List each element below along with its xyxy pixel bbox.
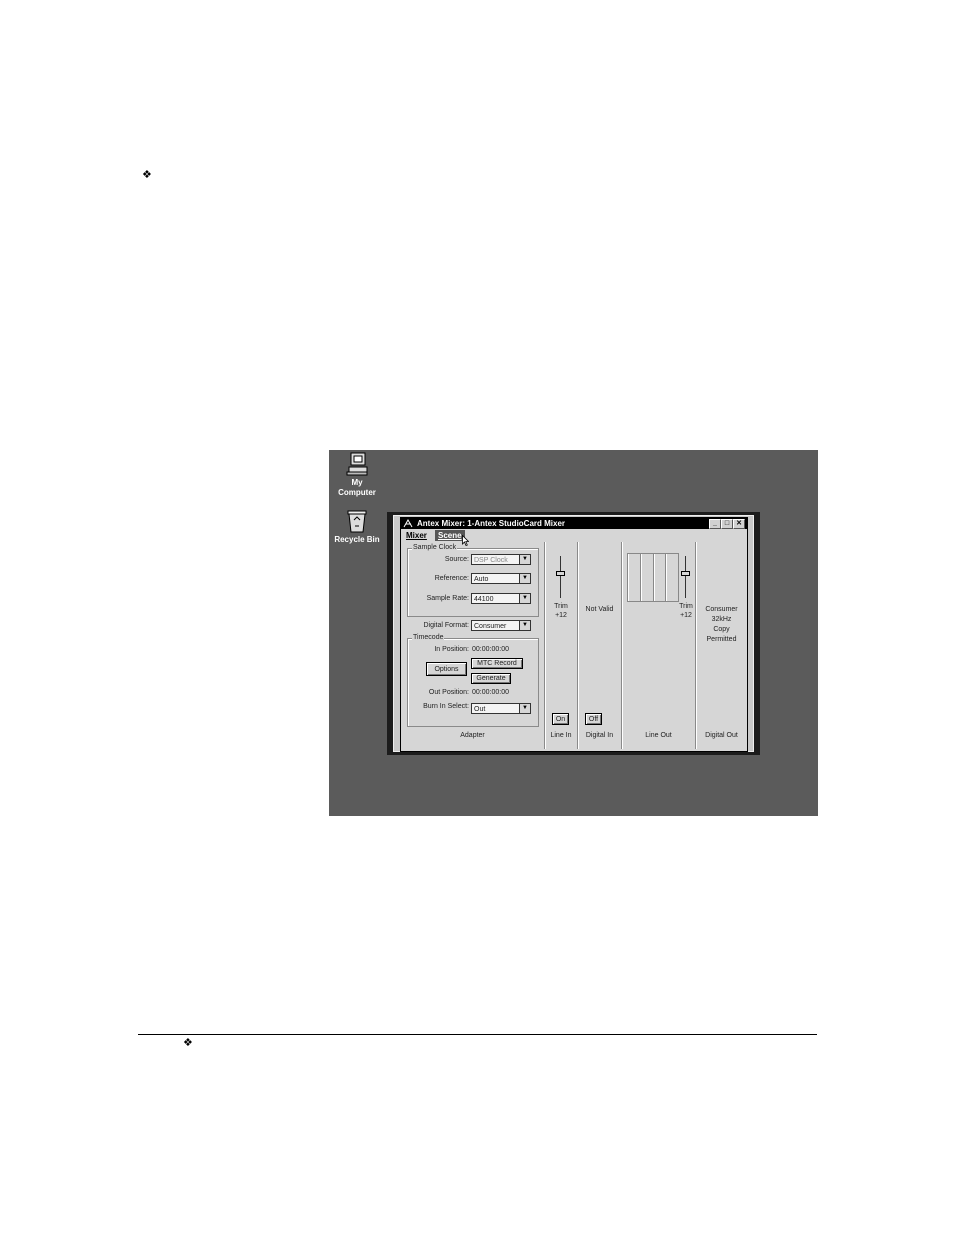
digital-in-off-button[interactable]: Off	[585, 713, 602, 725]
menu-scene[interactable]: Scene	[435, 530, 465, 541]
level-meter	[652, 553, 666, 602]
computer-icon	[346, 452, 368, 476]
line-out-trim-slider-thumb[interactable]	[681, 571, 690, 576]
menu-mixer[interactable]: Mixer	[403, 530, 430, 541]
line-in-trim-slider-thumb[interactable]	[556, 571, 565, 576]
sample-rate-label: Sample Rate:	[426, 595, 469, 602]
digital-in-status: Not Valid	[585, 606, 614, 613]
options-button[interactable]: Options	[426, 662, 467, 676]
app-icon	[403, 519, 413, 528]
source-label: Source:	[444, 556, 469, 563]
chevron-down-icon[interactable]: ▼	[519, 555, 530, 564]
close-button[interactable]: ✕	[733, 519, 745, 529]
level-meter	[639, 553, 653, 602]
level-meter	[627, 553, 640, 602]
sample-rate-value: 44100	[474, 596, 494, 603]
source-value: DSP Clock	[474, 557, 508, 564]
level-meter	[665, 553, 679, 602]
window-frame: Antex Mixer: 1-Antex StudioCard Mixer _ …	[387, 512, 760, 755]
sample-clock-group-label: Sample Clock	[412, 544, 458, 552]
sample-rate-dropdown[interactable]: 44100 ▼	[471, 593, 531, 604]
window-title: Antex Mixer: 1-Antex StudioCard Mixer	[417, 519, 566, 528]
title-bar[interactable]: Antex Mixer: 1-Antex StudioCard Mixer _ …	[401, 518, 747, 529]
chevron-down-icon[interactable]: ▼	[519, 594, 530, 603]
digital-out-status-line: Consumer	[705, 606, 738, 613]
digital-out-column-label: Digital Out	[705, 732, 738, 739]
chevron-down-icon[interactable]: ▼	[519, 621, 530, 630]
burn-in-select-value: Out	[474, 706, 486, 713]
line-out-trim-slider-track[interactable]	[685, 556, 686, 598]
line-in-on-button[interactable]: On	[552, 713, 569, 725]
desktop-icon-label: My	[351, 478, 363, 487]
recycle-bin-icon	[347, 510, 367, 533]
digital-format-value: Consumer	[474, 623, 507, 630]
bullet-glyph-footer: ❖	[183, 1036, 193, 1049]
column-divider	[544, 542, 546, 749]
digital-out-status-line: Permitted	[706, 636, 737, 643]
desktop-icon-label: Computer	[338, 488, 376, 497]
timecode-group-label: Timecode	[412, 634, 445, 642]
line-in-trim-slider-track[interactable]	[560, 556, 561, 598]
menu-bar: Mixer Scene	[401, 530, 747, 546]
burn-in-select-dropdown[interactable]: Out ▼	[471, 703, 531, 714]
in-position-value: 00:00:00:00	[472, 646, 509, 653]
column-divider	[621, 542, 623, 749]
desktop-screenshot: My Computer Recycle Bin Antex Mixer: 1-A…	[329, 450, 818, 816]
chevron-down-icon[interactable]: ▼	[519, 704, 530, 713]
minimize-button[interactable]: _	[709, 519, 721, 529]
digital-out-status-line: Copy	[713, 626, 730, 633]
generate-button[interactable]: Generate	[471, 673, 511, 684]
mtc-record-button[interactable]: MTC Record	[471, 658, 523, 669]
line-in-column-label: Line In	[550, 732, 572, 739]
source-dropdown[interactable]: DSP Clock ▼	[471, 554, 531, 565]
desktop-icon-recycle-bin[interactable]: Recycle Bin	[329, 509, 387, 545]
desktop-icon-my-computer[interactable]: My Computer	[329, 452, 387, 498]
in-position-label: In Position:	[434, 646, 469, 653]
out-position-label: Out Position:	[428, 689, 469, 696]
reference-value: Auto	[474, 576, 489, 583]
column-divider	[695, 542, 697, 749]
digital-out-status-line: 32kHz	[711, 616, 732, 623]
mouse-cursor-icon	[462, 535, 469, 546]
digital-format-label: Digital Format:	[423, 622, 469, 629]
bullet-glyph-top: ❖	[142, 168, 152, 181]
column-divider	[577, 542, 579, 749]
digital-in-column-label: Digital In	[585, 732, 614, 739]
digital-format-dropdown[interactable]: Consumer ▼	[471, 620, 531, 631]
reference-dropdown[interactable]: Auto ▼	[471, 573, 531, 584]
desktop-icon-label: Recycle Bin	[334, 535, 380, 544]
line-out-column-label: Line Out	[645, 732, 672, 739]
chevron-down-icon[interactable]: ▼	[519, 574, 530, 583]
burn-in-select-label: Burn In Select:	[423, 703, 469, 710]
adapter-column-label: Adapter	[460, 732, 485, 739]
line-out-level-meters	[627, 553, 679, 602]
line-in-trim-label: Trim	[554, 603, 568, 610]
out-position-value: 00:00:00:00	[472, 689, 509, 696]
footer-rule	[138, 1034, 817, 1035]
maximize-button[interactable]: □	[721, 519, 733, 529]
line-in-trim-value: +12	[555, 612, 567, 619]
reference-label: Reference:	[434, 575, 469, 582]
mixer-window: Antex Mixer: 1-Antex StudioCard Mixer _ …	[400, 517, 748, 752]
